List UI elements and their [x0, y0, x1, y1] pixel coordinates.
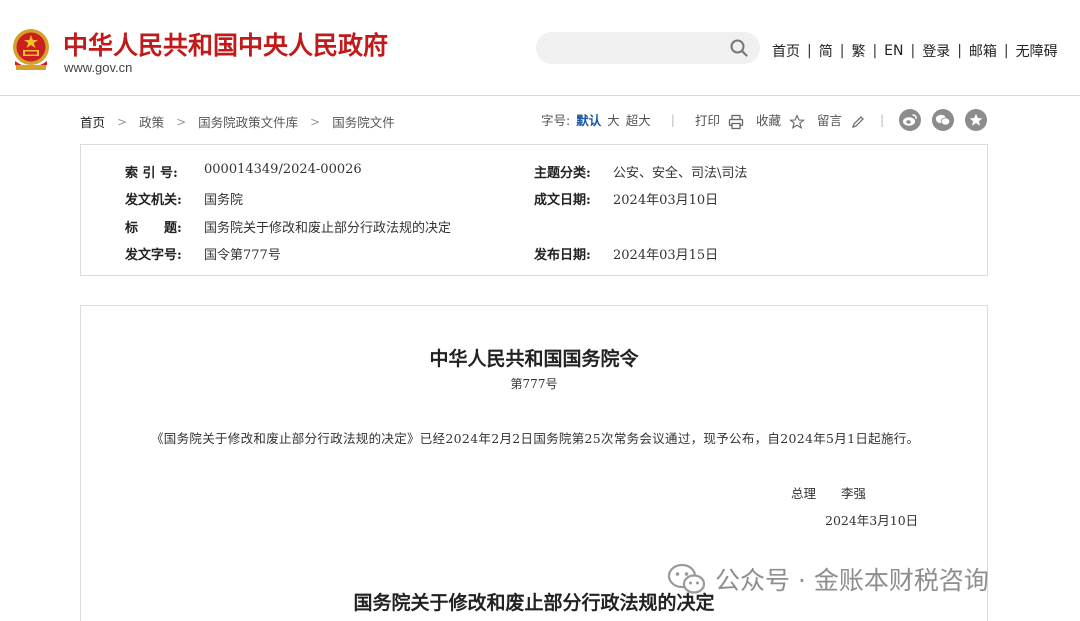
index-no-value: 000014349/2024-00026: [204, 162, 362, 177]
document-signature: 总理 李强: [791, 486, 867, 501]
document-number: 第777号: [510, 377, 558, 391]
doc-no-value: 国令第777号: [204, 248, 281, 263]
search-icon[interactable]: [730, 39, 748, 57]
link-simplified[interactable]: 简: [819, 41, 833, 61]
chevron-right-icon: >: [176, 114, 187, 129]
chevron-right-icon: >: [117, 114, 128, 129]
link-accessibility[interactable]: 无障碍: [1016, 41, 1058, 61]
category-value: 公安、安全、司法\司法: [613, 166, 748, 181]
favorite-button[interactable]: 收藏: [756, 110, 805, 130]
national-emblem-icon[interactable]: [10, 27, 52, 73]
doc-no-label: 发文字号:: [125, 248, 182, 263]
printer-icon: [728, 114, 744, 129]
font-size-label: 字号:: [541, 113, 571, 129]
search-box[interactable]: [536, 32, 760, 64]
watermark: 公众号 · 金账本财税咨询: [667, 561, 989, 597]
written-date-label: 成文日期:: [534, 193, 591, 208]
index-no-label: 索 引 号:: [125, 166, 178, 181]
breadcrumb-state-council-docs[interactable]: 国务院文件: [332, 112, 395, 131]
publish-date-value: 2024年03月15日: [613, 248, 719, 263]
title-label: 标 题:: [125, 221, 182, 236]
page-tools: 字号: 默认 大 超大 | 打印 收藏 留言 |: [541, 110, 884, 130]
watermark-text: 公众号 · 金账本财税咨询: [715, 566, 989, 595]
star-outline-icon: [788, 113, 805, 129]
weibo-icon[interactable]: [899, 109, 921, 131]
wechat-icon[interactable]: [932, 109, 954, 131]
star-icon[interactable]: [965, 109, 987, 131]
link-login[interactable]: 登录: [922, 41, 950, 61]
print-label: 打印: [694, 113, 720, 128]
font-size-default[interactable]: 默认: [576, 110, 601, 129]
divider: |: [670, 112, 675, 128]
divider: |: [910, 43, 916, 59]
issuer-value: 国务院: [204, 193, 244, 208]
link-english[interactable]: EN: [884, 43, 903, 59]
divider: |: [957, 43, 962, 59]
document-body: 《国务院关于修改和废止部分行政法规的决定》已经2024年2月2日国务院第25次常…: [151, 431, 920, 446]
print-button[interactable]: 打印: [695, 110, 744, 130]
share-icons: [899, 109, 987, 131]
divider: |: [872, 43, 878, 59]
link-home[interactable]: 首页: [772, 41, 800, 61]
breadcrumb-policy[interactable]: 政策: [139, 112, 164, 131]
wechat-watermark-icon: [667, 563, 705, 594]
written-date-value: 2024年03月10日: [613, 193, 719, 208]
divider: |: [807, 43, 812, 59]
chevron-right-icon: >: [310, 114, 321, 129]
publish-date-label: 发布日期:: [534, 248, 591, 263]
link-mail[interactable]: 邮箱: [969, 41, 997, 61]
site-header: 中华人民共和国中央人民政府 www.gov.cn 首页 | 简 | 繁 | EN…: [0, 0, 1080, 96]
document-metadata: 索 引 号: 000014349/2024-00026 主题分类: 公安、安全、…: [80, 144, 988, 276]
favorite-label: 收藏: [755, 113, 781, 128]
document-date: 2024年3月10日: [825, 513, 919, 528]
comment-button[interactable]: 留言: [817, 110, 866, 130]
font-size-large[interactable]: 大: [607, 110, 620, 129]
font-size-xlarge[interactable]: 超大: [626, 110, 651, 129]
breadcrumb: 首页 > 政策 > 国务院政策文件库 > 国务院文件: [80, 112, 395, 131]
search-input[interactable]: [550, 38, 720, 58]
divider: |: [879, 112, 885, 128]
pencil-icon: [852, 115, 864, 128]
issuer-label: 发文机关:: [125, 193, 182, 208]
top-links: 首页 | 简 | 繁 | EN | 登录 | 邮箱 | 无障碍: [772, 41, 1058, 61]
category-label: 主题分类:: [534, 166, 591, 181]
divider: |: [839, 43, 845, 59]
comment-label: 留言: [816, 113, 842, 128]
link-traditional[interactable]: 繁: [851, 41, 865, 61]
breadcrumb-policy-library[interactable]: 国务院政策文件库: [198, 112, 298, 131]
site-url[interactable]: www.gov.cn: [64, 60, 132, 75]
divider: |: [1003, 43, 1009, 59]
title-value: 国务院关于修改和废止部分行政法规的决定: [204, 221, 452, 236]
site-title[interactable]: 中华人民共和国中央人民政府: [63, 26, 388, 62]
document-title: 中华人民共和国国务院令: [429, 348, 639, 370]
breadcrumb-home[interactable]: 首页: [80, 112, 105, 131]
